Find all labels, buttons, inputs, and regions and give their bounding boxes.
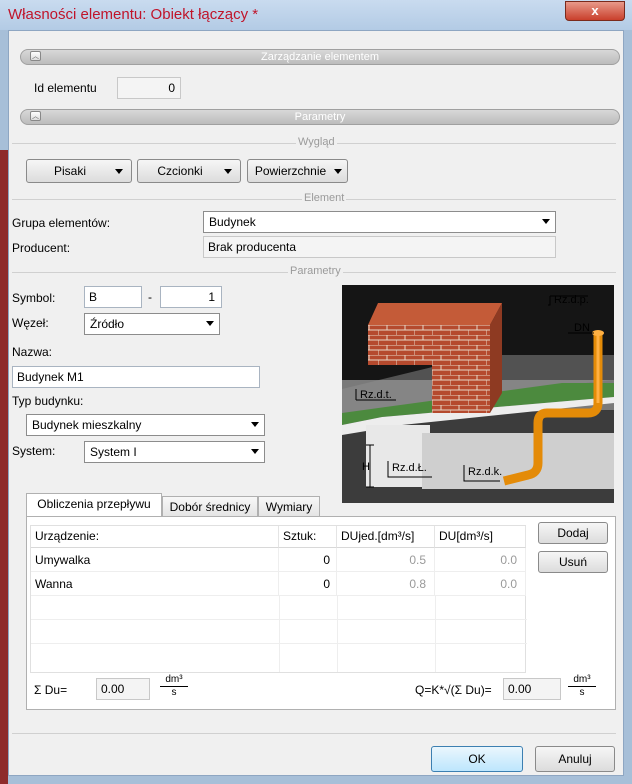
device-name-cell: Wanna bbox=[31, 572, 279, 596]
column-separator bbox=[337, 620, 338, 644]
column-separator bbox=[337, 596, 338, 620]
node-select[interactable]: Źródło bbox=[84, 313, 220, 335]
symbol-number-input[interactable]: 1 bbox=[160, 286, 222, 308]
footer-divider bbox=[12, 733, 616, 734]
system-label: System: bbox=[12, 444, 56, 458]
building-type-value: Budynek mieszkalny bbox=[32, 418, 142, 432]
node-value: Źródło bbox=[90, 317, 125, 331]
dropdown-arrow-icon bbox=[542, 219, 550, 224]
column-separator bbox=[435, 596, 436, 620]
devices-table: Urządzenie: Sztuk: DUjed.[dm³/s] DU[dm³/… bbox=[30, 525, 527, 673]
column-separator bbox=[279, 596, 280, 620]
column-header-du-unit[interactable]: DUjed.[dm³/s] bbox=[337, 526, 435, 548]
pens-button-label: Pisaki bbox=[53, 164, 86, 178]
building-type-label: Typ budynku: bbox=[12, 394, 84, 408]
column-header-device[interactable]: Urządzenie: bbox=[31, 526, 279, 548]
symbol-dash: - bbox=[148, 290, 152, 304]
dropdown-arrow-icon bbox=[115, 169, 123, 174]
column-separator bbox=[279, 620, 280, 644]
cancel-button[interactable]: Anuluj bbox=[535, 746, 615, 772]
element-group-value: Budynek bbox=[209, 215, 256, 229]
parameters-section-header[interactable]: Parametry bbox=[20, 109, 620, 125]
h-label: H bbox=[362, 461, 370, 473]
column-separator bbox=[435, 644, 436, 672]
dropdown-arrow-icon bbox=[251, 422, 259, 427]
collapse-chevron-icon[interactable]: ︿ bbox=[30, 51, 41, 61]
symbol-prefix-input[interactable]: B bbox=[84, 286, 142, 308]
ok-button[interactable]: OK bbox=[431, 746, 523, 772]
empty-table-row bbox=[31, 620, 527, 644]
sum-du-field: 0.00 bbox=[96, 678, 150, 700]
count-cell[interactable]: 0 bbox=[279, 548, 337, 572]
sum-unit: dm³ s bbox=[160, 674, 188, 699]
du-cell: 0.0 bbox=[435, 548, 526, 572]
appearance-group-label: Wygląd bbox=[296, 136, 337, 148]
tab-flow-calculation[interactable]: Obliczenia przepływu bbox=[26, 493, 162, 517]
unit-du-cell: 0.8 bbox=[337, 572, 435, 596]
column-header-du[interactable]: DU[dm³/s] bbox=[435, 526, 526, 548]
flow-q-label: Q=K*√(Σ Du)= bbox=[415, 683, 492, 697]
left-edge-strip bbox=[0, 150, 8, 784]
dropdown-arrow-icon bbox=[206, 321, 214, 326]
element-id-label: Id elementu bbox=[34, 81, 97, 95]
table-row[interactable]: Umywalka 0 0.5 0.0 bbox=[31, 548, 527, 572]
column-separator bbox=[337, 644, 338, 672]
management-section-header[interactable]: Zarządzanie elementem bbox=[20, 49, 620, 65]
fonts-button-label: Czcionki bbox=[157, 164, 203, 178]
rzdt-label: Rz.d.t. bbox=[360, 389, 392, 401]
surfaces-button-label: Powierzchnie bbox=[254, 164, 327, 178]
dropdown-arrow-icon bbox=[334, 169, 342, 174]
dropdown-arrow-icon bbox=[224, 169, 232, 174]
unit-denominator: s bbox=[579, 687, 585, 698]
params-group-label: Parametry bbox=[288, 265, 343, 277]
pens-button[interactable]: Pisaki bbox=[26, 159, 132, 183]
collapse-chevron-icon[interactable]: ︿ bbox=[30, 111, 41, 121]
system-value: System I bbox=[90, 445, 137, 459]
parameters-section-title: Parametry bbox=[294, 111, 346, 123]
tab-diameter-selection[interactable]: Dobór średnicy bbox=[162, 496, 258, 517]
unit-numerator: dm³ bbox=[568, 674, 596, 687]
remove-device-button[interactable]: Usuń bbox=[538, 551, 608, 573]
window-title: Własności elementu: Obiekt łączący * bbox=[8, 6, 259, 23]
du-cell: 0.0 bbox=[435, 572, 526, 596]
system-select[interactable]: System I bbox=[84, 441, 265, 463]
column-header-count[interactable]: Sztuk: bbox=[279, 526, 337, 548]
device-name-cell: Umywalka bbox=[31, 548, 279, 572]
flow-q-field: 0.00 bbox=[503, 678, 561, 700]
name-input[interactable]: Budynek M1 bbox=[12, 366, 260, 388]
node-label: Węzeł: bbox=[12, 316, 49, 330]
count-cell[interactable]: 0 bbox=[279, 572, 337, 596]
element-group-label-text: Grupa elementów: bbox=[12, 216, 111, 230]
rzdl-label: Rz.d.Ł. bbox=[392, 462, 427, 474]
element-group-label: Element bbox=[302, 192, 347, 204]
management-section-title: Zarządzanie elementem bbox=[260, 51, 379, 63]
unit-denominator: s bbox=[171, 687, 177, 698]
rzdp-label: Rz.d.p. bbox=[554, 294, 589, 306]
unit-du-cell: 0.5 bbox=[337, 548, 435, 572]
add-device-button[interactable]: Dodaj bbox=[538, 522, 608, 544]
name-label: Nazwa: bbox=[12, 345, 53, 359]
dropdown-arrow-icon bbox=[251, 449, 259, 454]
building-connection-illustration: Rz.d.p. DN Rz.d.t. H Rz.d.Ł. Rz.d.k. bbox=[342, 285, 614, 503]
symbol-label: Symbol: bbox=[12, 291, 56, 305]
table-row[interactable]: Wanna 0 0.8 0.0 bbox=[31, 572, 527, 596]
fonts-button[interactable]: Czcionki bbox=[137, 159, 241, 183]
column-separator bbox=[279, 644, 280, 672]
sum-du-label: Σ Du= bbox=[34, 683, 68, 697]
empty-table-row bbox=[31, 644, 527, 672]
column-separator bbox=[435, 620, 436, 644]
empty-table-row bbox=[31, 596, 527, 620]
element-group-select[interactable]: Budynek bbox=[203, 211, 556, 233]
q-unit: dm³ s bbox=[568, 674, 596, 699]
close-button[interactable]: x bbox=[565, 1, 625, 21]
dn-label: DN bbox=[574, 322, 590, 334]
building-type-select[interactable]: Budynek mieszkalny bbox=[26, 414, 265, 436]
tab-dimensions[interactable]: Wymiary bbox=[258, 496, 320, 517]
element-id-field: 0 bbox=[117, 77, 181, 99]
producer-label: Producent: bbox=[12, 241, 71, 255]
surfaces-button[interactable]: Powierzchnie bbox=[247, 159, 348, 183]
rzdk-label: Rz.d.k. bbox=[468, 466, 502, 478]
producer-field: Brak producenta bbox=[203, 236, 556, 258]
unit-numerator: dm³ bbox=[160, 674, 188, 687]
